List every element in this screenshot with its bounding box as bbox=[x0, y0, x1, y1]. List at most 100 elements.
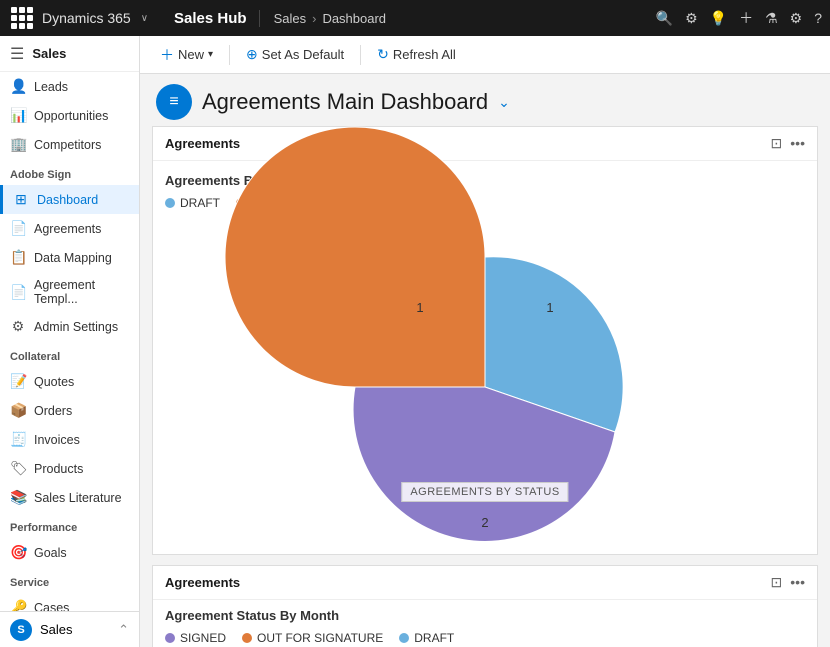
chart-actions-2: ⊡ ••• bbox=[771, 574, 805, 591]
agreements-pie-chart-card: Agreements ⊡ ••• Agreements By Status DR… bbox=[152, 126, 818, 555]
new-plus-icon: ＋ bbox=[160, 45, 174, 65]
set-default-label: Set As Default bbox=[262, 47, 344, 62]
quotes-icon: 📝 bbox=[10, 373, 26, 390]
chart-expand-icon[interactable]: ⊡ bbox=[771, 135, 783, 152]
legend2-draft: DRAFT bbox=[399, 631, 454, 645]
settings-app-icon[interactable]: ⚙ bbox=[685, 10, 698, 27]
sidebar-item-admin-settings[interactable]: ⚙ Admin Settings bbox=[0, 312, 139, 341]
products-label: Products bbox=[34, 462, 83, 476]
sidebar-header: ☰ Sales bbox=[0, 36, 139, 72]
lightbulb-icon[interactable]: 💡 bbox=[710, 10, 727, 27]
legend2-ofs: OUT FOR SIGNATURE bbox=[242, 631, 383, 645]
new-dropdown-icon: ▾ bbox=[208, 49, 213, 60]
sidebar-section-adobe-sign: Adobe Sign ⊞ Dashboard 📄 Agreements 📋 Da… bbox=[0, 159, 139, 341]
brand-chevron-icon: ∨ bbox=[141, 13, 148, 24]
sidebar-item-goals[interactable]: 🎯 Goals bbox=[0, 538, 139, 567]
top-bar-icon-group: 🔍 ⚙ 💡 ＋ ⚗ ⚙ ? bbox=[656, 8, 822, 28]
sidebar-item-orders[interactable]: 📦 Orders bbox=[0, 396, 139, 425]
sidebar-item-dashboard[interactable]: ⊞ Dashboard bbox=[0, 185, 139, 214]
legend2-signed: SIGNED bbox=[165, 631, 226, 645]
waffle-menu-button[interactable] bbox=[8, 4, 36, 32]
quotes-label: Quotes bbox=[34, 375, 74, 389]
help-icon[interactable]: ? bbox=[814, 10, 822, 26]
content-area: Agreements ⊡ ••• Agreements By Status DR… bbox=[140, 126, 830, 647]
opportunities-label: Opportunities bbox=[34, 109, 108, 123]
leads-label: Leads bbox=[34, 80, 68, 94]
chart-more-icon[interactable]: ••• bbox=[790, 135, 805, 152]
sidebar-section-collateral: Collateral 📝 Quotes 📦 Orders 🧾 Invoices … bbox=[0, 341, 139, 512]
agreement-template-icon: 📄 bbox=[10, 284, 26, 301]
legend-draft-label: DRAFT bbox=[180, 196, 220, 210]
cases-icon: 🔑 bbox=[10, 599, 26, 611]
adobe-sign-section-label: Adobe Sign bbox=[0, 159, 139, 185]
sidebar-item-invoices[interactable]: 🧾 Invoices bbox=[0, 425, 139, 454]
filter-icon[interactable]: ⚗ bbox=[765, 10, 778, 27]
opportunities-icon: 📊 bbox=[10, 107, 26, 124]
refresh-button[interactable]: ↻ Refresh All bbox=[369, 42, 464, 67]
legend2-ofs-dot bbox=[242, 633, 252, 643]
legend2-signed-label: SIGNED bbox=[180, 631, 226, 645]
chart2-expand-icon[interactable]: ⊡ bbox=[771, 574, 783, 591]
agreements-bar-chart-card: Agreements ⊡ ••• Agreement Status By Mon… bbox=[152, 565, 818, 647]
page-title-chevron-icon[interactable]: ⌄ bbox=[498, 94, 510, 111]
pie-chart-container: 1 1 2 AGREEMENTS BY STATUS bbox=[165, 222, 805, 542]
set-default-button[interactable]: ⊕ Set As Default bbox=[238, 42, 352, 67]
sidebar-item-cases[interactable]: 🔑 Cases bbox=[0, 593, 139, 611]
sidebar-item-leads[interactable]: 👤 Leads bbox=[0, 72, 139, 101]
pie-label-ofs: 2 bbox=[481, 515, 488, 530]
sidebar-section-performance: Performance 🎯 Goals bbox=[0, 512, 139, 567]
sidebar-item-agreement-template[interactable]: 📄 Agreement Templ... bbox=[0, 272, 139, 312]
app-name: Sales Hub bbox=[162, 10, 260, 27]
breadcrumb-sales[interactable]: Sales bbox=[274, 11, 307, 26]
chart2-more-icon[interactable]: ••• bbox=[790, 574, 805, 591]
chart-actions-1: ⊡ ••• bbox=[771, 135, 805, 152]
pie-chart-svg: 1 1 2 bbox=[165, 232, 805, 532]
sidebar-item-opportunities[interactable]: 📊 Opportunities bbox=[0, 101, 139, 130]
leads-icon: 👤 bbox=[10, 78, 26, 95]
chart-title-1: Agreements bbox=[165, 136, 240, 151]
search-icon[interactable]: 🔍 bbox=[656, 10, 673, 27]
pie-segment-ofs bbox=[225, 127, 485, 387]
toolbar-separator-2 bbox=[360, 45, 361, 65]
sidebar-item-competitors[interactable]: 🏢 Competitors bbox=[0, 130, 139, 159]
set-default-icon: ⊕ bbox=[246, 46, 258, 63]
sidebar-item-agreements[interactable]: 📄 Agreements bbox=[0, 214, 139, 243]
chart-legend-2: SIGNED OUT FOR SIGNATURE DRAFT bbox=[165, 631, 805, 645]
chart-subtitle-2: Agreement Status By Month bbox=[165, 608, 805, 623]
admin-settings-label: Admin Settings bbox=[34, 320, 118, 334]
chart-card-header-1: Agreements ⊡ ••• bbox=[153, 127, 817, 161]
sidebar-item-sales-literature[interactable]: 📚 Sales Literature bbox=[0, 483, 139, 512]
new-button[interactable]: ＋ New ▾ bbox=[152, 41, 221, 69]
refresh-label: Refresh All bbox=[393, 47, 456, 62]
legend2-draft-label: DRAFT bbox=[414, 631, 454, 645]
sidebar-footer-chevron-icon: ⌃ bbox=[118, 622, 129, 638]
orders-label: Orders bbox=[34, 404, 72, 418]
data-mapping-icon: 📋 bbox=[10, 249, 26, 266]
new-label: New bbox=[178, 47, 204, 62]
agreement-template-label: Agreement Templ... bbox=[34, 278, 129, 306]
collateral-section-label: Collateral bbox=[0, 341, 139, 367]
sidebar-hamburger-icon[interactable]: ☰ bbox=[10, 44, 24, 64]
invoices-icon: 🧾 bbox=[10, 431, 26, 448]
sidebar-item-quotes[interactable]: 📝 Quotes bbox=[0, 367, 139, 396]
sidebar-item-data-mapping[interactable]: 📋 Data Mapping bbox=[0, 243, 139, 272]
sidebar-footer: S Sales ⌃ bbox=[0, 611, 139, 647]
plus-icon[interactable]: ＋ bbox=[739, 8, 753, 28]
data-mapping-label: Data Mapping bbox=[34, 251, 112, 265]
goals-icon: 🎯 bbox=[10, 544, 26, 561]
sidebar-section-sales: 👤 Leads 📊 Opportunities 🏢 Competitors bbox=[0, 72, 139, 159]
dashboard-icon: ⊞ bbox=[13, 191, 29, 208]
performance-section-label: Performance bbox=[0, 512, 139, 538]
legend2-ofs-label: OUT FOR SIGNATURE bbox=[257, 631, 383, 645]
refresh-icon: ↻ bbox=[377, 46, 389, 63]
competitors-icon: 🏢 bbox=[10, 136, 26, 153]
sidebar-item-products[interactable]: 🏷 Products bbox=[0, 454, 139, 483]
breadcrumb-dashboard[interactable]: Dashboard bbox=[322, 11, 386, 26]
gear-icon[interactable]: ⚙ bbox=[790, 10, 803, 27]
agreements-icon: 📄 bbox=[10, 220, 26, 237]
chart-title-2: Agreements bbox=[165, 575, 240, 590]
legend2-signed-dot bbox=[165, 633, 175, 643]
sidebar-section-service: Service 🔑 Cases bbox=[0, 567, 139, 611]
orders-icon: 📦 bbox=[10, 402, 26, 419]
agreements-label: Agreements bbox=[34, 222, 101, 236]
